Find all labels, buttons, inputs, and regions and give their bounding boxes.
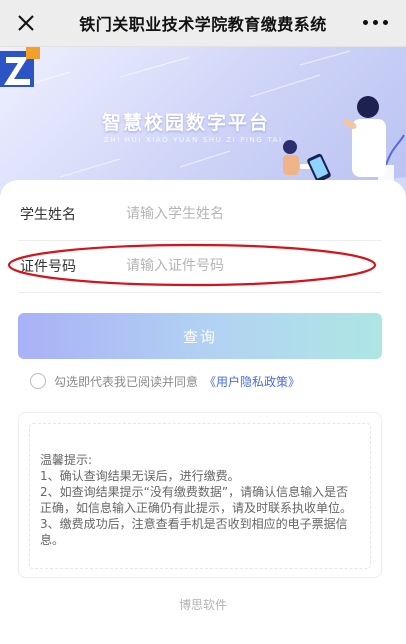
- tip-line-1: 1、确认查询结果无误后，进行缴费。: [40, 469, 240, 483]
- more-icon[interactable]: [363, 20, 388, 25]
- student-name-row: 学生姓名: [18, 188, 382, 241]
- page-title: 铁门关职业技术学院教育缴费系统: [79, 15, 327, 34]
- tip-line-2: 2、如查询结果提示“没有缴费数据”，请确认信息输入是否正确，如信息输入正确仍有此…: [40, 485, 353, 515]
- banner-subtitle: ZHI HUI XIAO YUAN SHU ZI PING TAI: [104, 136, 283, 144]
- tip-line-3: 3、缴费成功后，注意查看手机是否收到相应的电子票据信息。: [40, 517, 348, 547]
- tips-heading: 温馨提示:: [40, 453, 93, 467]
- logo-z-icon: [0, 47, 40, 87]
- close-icon[interactable]: [12, 9, 40, 37]
- id-number-row: 证件号码: [18, 240, 382, 293]
- query-button[interactable]: 查询: [18, 313, 382, 359]
- privacy-policy-link[interactable]: 《用户隐私政策》: [204, 373, 300, 390]
- banner-title: 智慧校园数字平台: [102, 112, 271, 134]
- agreement-text: 勾选即代表我已阅读并同意: [54, 374, 199, 389]
- tips-box: 温馨提示: 1、确认查询结果无误后，进行缴费。 2、如查询结果提示“没有缴费数据…: [18, 412, 382, 578]
- student-name-input[interactable]: [124, 205, 368, 223]
- tips-content: 温馨提示: 1、确认查询结果无误后，进行缴费。 2、如查询结果提示“没有缴费数据…: [29, 423, 371, 569]
- id-number-label: 证件号码: [20, 259, 76, 275]
- footer-vendor: 博思软件: [178, 598, 227, 612]
- top-navbar: 铁门关职业技术学院教育缴费系统: [0, 0, 406, 47]
- agreement-row: 勾选即代表我已阅读并同意 《用户隐私政策》: [30, 372, 300, 390]
- agreement-checkbox[interactable]: [30, 373, 46, 389]
- student-name-label: 学生姓名: [20, 207, 76, 223]
- id-number-input[interactable]: [124, 257, 368, 275]
